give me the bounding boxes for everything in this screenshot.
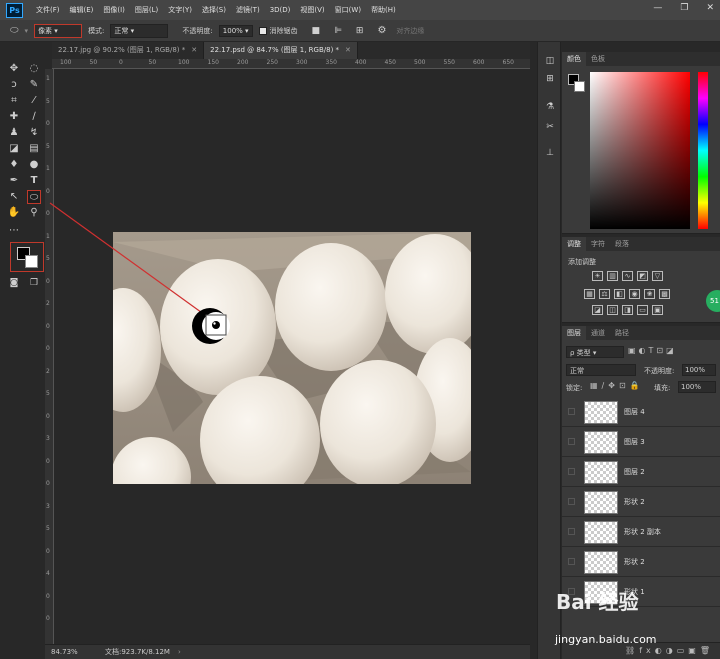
layer-name: 形状 2 副本 xyxy=(624,528,661,536)
photoshop-window: { "app": {"logo": "Ps"}, "menu": ["文件(F)… xyxy=(0,0,720,659)
layer-filter-icons[interactable]: ▣◐T⊡◪ xyxy=(628,346,677,355)
tab-adjustments[interactable]: 调整 xyxy=(562,237,586,251)
layers-panel-tabs: 图层 通道 路径 xyxy=(562,326,720,340)
color-lookup-icon[interactable]: ▩ xyxy=(659,289,670,299)
curves-icon[interactable]: ∿ xyxy=(622,271,633,281)
layer-thumbnail xyxy=(584,551,618,574)
vibrance-icon[interactable]: ▽ xyxy=(652,271,663,281)
color-picker-field[interactable] xyxy=(590,72,690,229)
zoom-level[interactable]: 84.73% xyxy=(51,648,101,656)
gradient-map-icon[interactable]: ▭ xyxy=(637,305,648,315)
close-button[interactable]: ✕ xyxy=(706,3,714,13)
layer-filter-select[interactable]: ρ 类型 ▾ xyxy=(566,346,624,358)
layer-thumbnail xyxy=(584,491,618,514)
threshold-icon[interactable]: ◨ xyxy=(622,305,633,315)
layer-thumbnail xyxy=(584,461,618,484)
window-controls: — ❐ ✕ xyxy=(653,3,714,13)
fill-input[interactable]: 100% xyxy=(678,381,716,393)
brightness-icon[interactable]: ☀ xyxy=(592,271,603,281)
layer-row[interactable]: 形状 2 xyxy=(562,547,720,577)
visibility-toggle[interactable] xyxy=(568,408,575,415)
status-menu-icon[interactable]: › xyxy=(178,648,181,656)
visibility-toggle[interactable] xyxy=(568,558,575,565)
tab-paths[interactable]: 路径 xyxy=(610,326,634,340)
tab-channels[interactable]: 通道 xyxy=(586,326,610,340)
visibility-toggle[interactable] xyxy=(568,498,575,505)
adjustments-panel-tabs: 调整 字符 段落 xyxy=(562,237,720,251)
tab-paragraph[interactable]: 段落 xyxy=(610,237,634,251)
restore-button[interactable]: ❐ xyxy=(680,3,688,13)
layer-thumbnail xyxy=(584,431,618,454)
invert-icon[interactable]: ◪ xyxy=(592,305,603,315)
clone-source-icon[interactable]: ⊥ xyxy=(543,146,557,160)
layer-thumbnail xyxy=(584,521,618,544)
watermark-url: jingyan.baidu.com xyxy=(555,633,657,646)
color-panel-tabs: 颜色 色板 xyxy=(562,52,720,66)
layer-name: 图层 2 xyxy=(624,468,645,476)
hue-sat-icon[interactable]: ▦ xyxy=(584,289,595,299)
add-adjustment-title: 添加调整 xyxy=(568,258,596,266)
tab-swatches[interactable]: 色板 xyxy=(586,52,610,66)
blend-mode-value: 正常 xyxy=(570,367,584,375)
visibility-toggle[interactable] xyxy=(568,468,575,475)
tab-color[interactable]: 颜色 xyxy=(562,52,586,66)
layer-row[interactable]: 形状 2 xyxy=(562,487,720,517)
status-bar: 84.73% 文档:923.7K/8.12M › xyxy=(45,644,530,659)
background-swatch[interactable] xyxy=(574,81,585,92)
photo-filter-icon[interactable]: ◉ xyxy=(629,289,640,299)
exposure-icon[interactable]: ◩ xyxy=(637,271,648,281)
fill-label: 填充: xyxy=(654,384,671,392)
layer-name: 图层 3 xyxy=(624,438,645,446)
history-panel-icon[interactable]: ◫ xyxy=(543,54,557,68)
tool-presets-icon[interactable]: ✂ xyxy=(543,120,557,134)
baidu-watermark-logo: Bai 经验 xyxy=(556,590,639,614)
layer-thumbnail xyxy=(584,401,618,424)
selective-color-icon[interactable]: ▣ xyxy=(652,305,663,315)
properties-panel-icon[interactable]: ⊞ xyxy=(543,72,557,86)
ellipse-cursor-icon xyxy=(193,305,229,345)
layer-opacity-input[interactable]: 100% xyxy=(682,364,716,376)
minimize-button[interactable]: — xyxy=(653,3,662,13)
layer-name: 图层 4 xyxy=(624,408,645,416)
visibility-toggle[interactable] xyxy=(568,438,575,445)
channel-mixer-icon[interactable]: ❀ xyxy=(644,289,655,299)
tab-character[interactable]: 字符 xyxy=(586,237,610,251)
filter-label: ρ 类型 xyxy=(570,349,591,357)
brush-panel-icon[interactable]: ⚗ xyxy=(543,100,557,114)
blend-mode-select[interactable]: 正常 xyxy=(566,364,636,376)
doc-size: 文档:923.7K/8.12M xyxy=(105,648,170,656)
layer-name: 形状 2 xyxy=(624,498,645,506)
layer-name: 形状 2 xyxy=(624,558,645,566)
annotation-overlay xyxy=(49,202,230,344)
layer-row[interactable]: 图层 3 xyxy=(562,427,720,457)
levels-icon[interactable]: ▥ xyxy=(607,271,618,281)
layer-opacity-label: 不透明度: xyxy=(644,367,675,375)
lock-label: 锁定: xyxy=(566,384,583,392)
visibility-toggle[interactable] xyxy=(568,528,575,535)
panel-icon-strip: ◫ ⊞ ⚗ ✂ ⊥ xyxy=(537,42,561,659)
layer-row[interactable]: 形状 2 副本 xyxy=(562,517,720,547)
layer-row[interactable]: 图层 2 xyxy=(562,457,720,487)
adjustments-panel: 调整 字符 段落 添加调整 ☀ ▥ ∿ ◩ ▽ ▦ ⚖ ◧ ◉ ❀ ▩ ◪ ◫ … xyxy=(562,237,720,323)
color-panel: 颜色 色板 xyxy=(562,52,720,234)
lock-icons[interactable]: ▦∕✥⊡🔒 xyxy=(590,381,644,390)
posterize-icon[interactable]: ◫ xyxy=(607,305,618,315)
black-white-icon[interactable]: ◧ xyxy=(614,289,625,299)
tab-layers[interactable]: 图层 xyxy=(562,326,586,340)
layer-row[interactable]: 图层 4 xyxy=(562,397,720,427)
hue-slider[interactable] xyxy=(698,72,708,229)
color-balance-icon[interactable]: ⚖ xyxy=(599,289,610,299)
